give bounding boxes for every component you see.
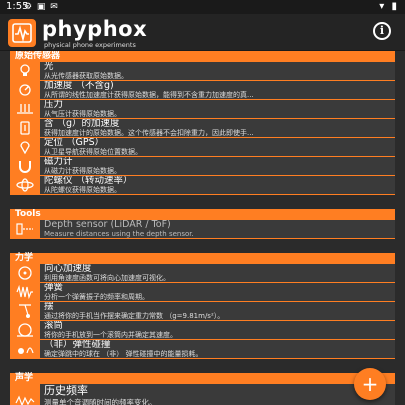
experiment-title: 磁力计	[44, 157, 73, 167]
experiment-item[interactable]: 加速度 （不含g) 从所谓的线性加速度计获得原始数据，能得到不含重力加速度的真..…	[10, 81, 395, 100]
experiment-title: 向心加速度	[44, 264, 92, 274]
experiment-description: 确定弹跳中的球在 （非） 弹性碰撞中的能量损耗。	[44, 350, 203, 358]
experiment-item[interactable]: 陀螺仪 （转动速率） 从陀螺仪获得原始数据。	[10, 176, 395, 194]
experiment-text: 向心加速度 利用角速度函数可将向心加速度可视化。	[40, 264, 395, 282]
experiment-title: 定位 （GPS）	[44, 138, 105, 148]
experiment-description: 从所谓的线性加速度计获得原始数据，能得到不含重力加速度的真...	[44, 91, 254, 99]
experiment-text: 滚筒 将你的手机放到一个滚筒内并确定其速度。	[40, 321, 395, 339]
app-tagline: physical phone experiments	[44, 41, 136, 49]
experiment-item[interactable]: （非）弹性碰撞 确定弹跳中的球在 （非） 弹性碰撞中的能量损耗。	[10, 340, 395, 358]
centripetal-icon	[10, 264, 40, 282]
experiment-text: （非）弹性碰撞 确定弹跳中的球在 （非） 弹性碰撞中的能量损耗。	[40, 340, 395, 358]
experiment-title: 陀螺仪 （转动速率）	[44, 176, 133, 186]
experiment-text: 加速度 （不含g) 从所谓的线性加速度计获得原始数据，能得到不含重力加速度的真..…	[40, 81, 395, 99]
magnet-icon	[10, 157, 40, 175]
experiment-item[interactable]: 历史频率 测量单个音调随时间的频率变化。	[10, 384, 395, 405]
add-experiment-button[interactable]: +	[354, 368, 386, 400]
experiment-text: 摆通过将你的手机当作摆来确定重力常数 （g=9.81m/s²）。	[40, 302, 395, 320]
acceleration-icon	[10, 81, 40, 99]
experiment-item[interactable]: 弹簧 分析一个弹簧振子的频率和周期。	[10, 283, 395, 302]
experiment-item[interactable]: 向心加速度 利用角速度函数可将向心加速度可视化。	[10, 264, 395, 283]
collision-icon	[10, 340, 40, 358]
experiment-text: Depth sensor (LiDAR / ToF) Measure distan…	[40, 220, 395, 238]
section-header: 声学	[10, 373, 395, 384]
depth-sensor-icon	[10, 220, 40, 238]
experiment-description: 将你的手机放到一个滚筒内并确定其速度。	[44, 331, 177, 339]
frequency-history-icon	[10, 384, 40, 405]
experiment-title: 滚筒	[44, 321, 64, 331]
experiment-description: 从气压计获得原始数据。	[44, 110, 121, 118]
info-button[interactable]: i	[373, 22, 391, 40]
experiment-title: 摆	[44, 302, 54, 312]
experiment-title: 含 （g）的加速度	[44, 119, 120, 129]
experiment-list[interactable]: 原始传感器光从光传感器获取原始数据。 加速度 （不含g) 从所谓的线性加速度计获得原…	[0, 51, 405, 405]
section-body: 历史频率 测量单个音调随时间的频率变化。	[10, 384, 395, 405]
experiment-title: 压力	[44, 100, 64, 110]
experiment-item[interactable]: 滚筒 将你的手机放到一个滚筒内并确定其速度。	[10, 321, 395, 340]
experiment-description: Measure distances using the depth sensor…	[44, 230, 194, 238]
experiment-description: 获得加速度计的原始数据。这个传感器不会扣除重力，因此即使手...	[44, 129, 254, 137]
section-body: 向心加速度 利用角速度函数可将向心加速度可视化。 弹簧 分析一个弹簧振子的频率和周期。…	[10, 264, 395, 359]
section-2: 力学 向心加速度 利用角速度函数可将向心加速度可视化。 弹簧 分析一个弹簧振子的频率和周…	[10, 253, 395, 359]
experiment-item[interactable]: 定位 （GPS） 从卫星导航获得原始位置数据。	[10, 138, 395, 157]
section-3: 声学 历史频率 测量单个音调随时间的频率变化。	[10, 373, 395, 405]
experiment-text: 定位 （GPS） 从卫星导航获得原始位置数据。	[40, 138, 395, 156]
section-0: 原始传感器光从光传感器获取原始数据。 加速度 （不含g) 从所谓的线性加速度计获得原…	[10, 51, 395, 195]
experiment-title: 历史频率	[44, 384, 88, 397]
experiment-item[interactable]: Depth sensor (LiDAR / ToF) Measure distan…	[10, 220, 395, 238]
system-icons: ▾ ▮	[379, 1, 399, 12]
experiment-item[interactable]: 磁力计 从磁力计获得原始数据。	[10, 157, 395, 176]
section-1: Tools Depth sensor (LiDAR / ToF) Measure d…	[10, 209, 395, 239]
experiment-description: 从卫星导航获得原始位置数据。	[44, 148, 142, 156]
spring-icon	[10, 283, 40, 301]
notification-icons: ⚙ ▣ ✉	[24, 2, 59, 12]
pressure-icon	[10, 100, 40, 118]
section-header: Tools	[10, 209, 395, 220]
experiment-description: 通过将你的手机当作摆来确定重力常数 （g=9.81m/s²）。	[44, 312, 225, 320]
experiment-text: 压力 从气压计获得原始数据。	[40, 100, 395, 118]
status-bar: 1:55 ⚙ ▣ ✉ ▾ ▮	[0, 0, 405, 14]
experiment-description: 从光传感器获取原始数据。	[44, 72, 128, 80]
experiment-description: 从磁力计获得原始数据。	[44, 167, 121, 175]
light-bulb-icon	[10, 62, 40, 80]
experiment-text: 含 （g）的加速度 获得加速度计的原始数据。这个传感器不会扣除重力，因此即使手..…	[40, 119, 395, 137]
section-body: Depth sensor (LiDAR / ToF) Measure distan…	[10, 220, 395, 239]
experiment-title: 光	[44, 62, 54, 72]
experiment-item[interactable]: 压力 从气压计获得原始数据。	[10, 100, 395, 119]
experiment-item[interactable]: 含 （g）的加速度 获得加速度计的原始数据。这个传感器不会扣除重力，因此即使手..…	[10, 119, 395, 138]
app-header: phyphox physical phone experiments i	[0, 14, 405, 51]
info-icon: i	[379, 24, 385, 37]
experiment-description: 分析一个弹簧振子的频率和周期。	[44, 293, 149, 301]
experiment-description: 从陀螺仪获得原始数据。	[44, 186, 121, 194]
experiment-text: 历史频率 测量单个音调随时间的频率变化。	[40, 384, 395, 405]
experiment-title: 加速度 （不含g)	[44, 81, 114, 91]
experiment-text: 磁力计 从磁力计获得原始数据。	[40, 157, 395, 175]
app-title: phyphox	[42, 17, 148, 41]
experiment-description: 利用角速度函数可将向心加速度可视化。	[44, 274, 170, 282]
experiment-text: 弹簧 分析一个弹簧振子的频率和周期。	[40, 283, 395, 301]
roller-icon	[10, 321, 40, 339]
experiment-item[interactable]: 摆通过将你的手机当作摆来确定重力常数 （g=9.81m/s²）。	[10, 302, 395, 321]
section-body: 光从光传感器获取原始数据。 加速度 （不含g) 从所谓的线性加速度计获得原始数据，能…	[10, 62, 395, 195]
phyphox-logo-icon	[8, 19, 36, 47]
experiment-text: 陀螺仪 （转动速率） 从陀螺仪获得原始数据。	[40, 176, 395, 194]
experiment-title: Depth sensor (LiDAR / ToF)	[44, 220, 171, 230]
experiment-title: 弹簧	[44, 283, 64, 293]
location-pin-icon	[10, 138, 40, 156]
experiment-description: 测量单个音调随时间的频率变化。	[44, 398, 157, 405]
experiment-text: 光从光传感器获取原始数据。	[40, 62, 395, 80]
gravity-acceleration-icon	[10, 119, 40, 137]
gyroscope-icon	[10, 176, 40, 194]
experiment-title: （非）弹性碰撞	[44, 340, 111, 350]
experiment-item[interactable]: 光从光传感器获取原始数据。	[10, 62, 395, 81]
section-header: 原始传感器	[10, 51, 395, 62]
pendulum-icon	[10, 302, 40, 320]
section-header: 力学	[10, 253, 395, 264]
